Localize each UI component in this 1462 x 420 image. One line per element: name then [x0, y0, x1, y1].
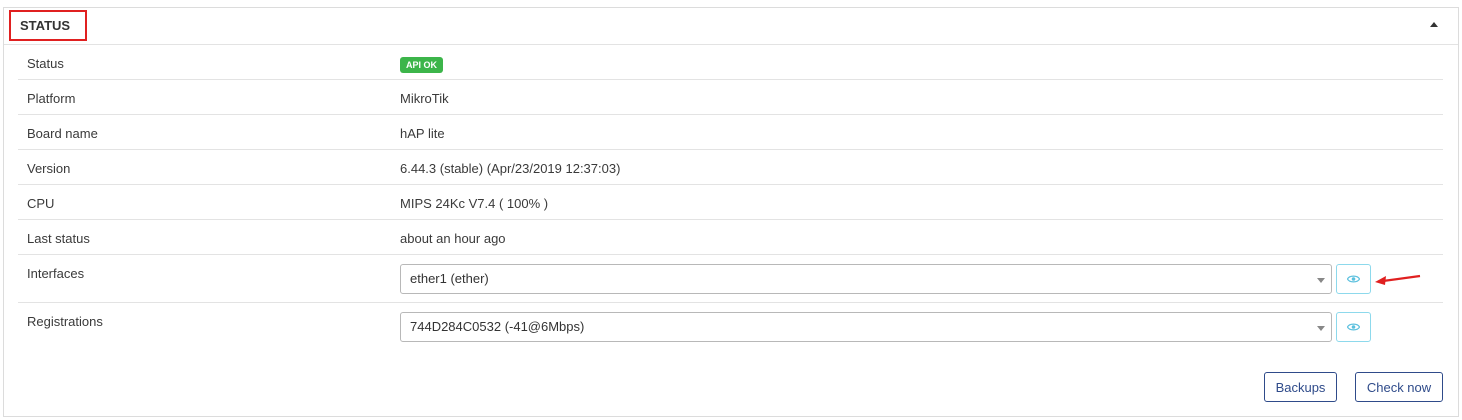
platform-label: Platform — [27, 91, 76, 106]
table-row: CPU MIPS 24Kc V7.4 ( 100% ) — [18, 185, 1443, 220]
platform-value: MikroTik — [400, 91, 449, 106]
board-name-value: hAP lite — [400, 126, 445, 141]
caret-up-icon[interactable] — [1430, 22, 1438, 27]
cpu-value: MIPS 24Kc V7.4 ( 100% ) — [400, 196, 549, 211]
interfaces-select[interactable]: ether1 (ether) — [400, 264, 1332, 294]
interfaces-selected-value: ether1 (ether) — [410, 271, 489, 286]
red-arrow-icon — [1375, 274, 1421, 285]
interfaces-label: Interfaces — [27, 266, 85, 281]
table-row: Interfaces ether1 (ether) — [18, 255, 1443, 303]
version-label: Version — [27, 161, 71, 176]
panel-title: STATUS — [9, 10, 87, 41]
chevron-down-icon — [1317, 278, 1325, 283]
table-row: Platform MikroTik — [18, 80, 1443, 115]
last-status-label: Last status — [27, 231, 90, 246]
last-status-value: about an hour ago — [400, 231, 506, 246]
registrations-label: Registrations — [27, 314, 103, 329]
backups-button[interactable]: Backups — [1264, 372, 1337, 402]
chevron-down-icon — [1317, 326, 1325, 331]
board-name-label: Board name — [27, 126, 98, 141]
panel-header[interactable]: STATUS — [4, 8, 1458, 45]
status-label: Status — [27, 56, 64, 71]
table-row: Registrations 744D284C0532 (-41@6Mbps) — [18, 303, 1443, 351]
registrations-select[interactable]: 744D284C0532 (-41@6Mbps) — [400, 312, 1332, 342]
table-row: Last status about an hour ago — [18, 220, 1443, 255]
check-now-button[interactable]: Check now — [1355, 372, 1443, 402]
status-badge: API OK — [400, 57, 444, 73]
registrations-selected-value: 744D284C0532 (-41@6Mbps) — [410, 319, 585, 334]
eye-icon — [1347, 275, 1360, 283]
view-interface-button[interactable] — [1336, 264, 1371, 294]
table-row: Status API OK — [18, 45, 1443, 80]
table-row: Board name hAP lite — [18, 115, 1443, 150]
version-value: 6.44.3 (stable) (Apr/23/2019 12:37:03) — [400, 161, 621, 176]
status-table: Status API OK Platform MikroTik Board na… — [18, 45, 1443, 351]
eye-icon — [1347, 323, 1360, 331]
status-panel: STATUS Status API OK Platform MikroTik B… — [3, 7, 1459, 417]
table-row: Version 6.44.3 (stable) (Apr/23/2019 12:… — [18, 150, 1443, 185]
cpu-label: CPU — [27, 196, 55, 211]
view-registration-button[interactable] — [1336, 312, 1371, 342]
